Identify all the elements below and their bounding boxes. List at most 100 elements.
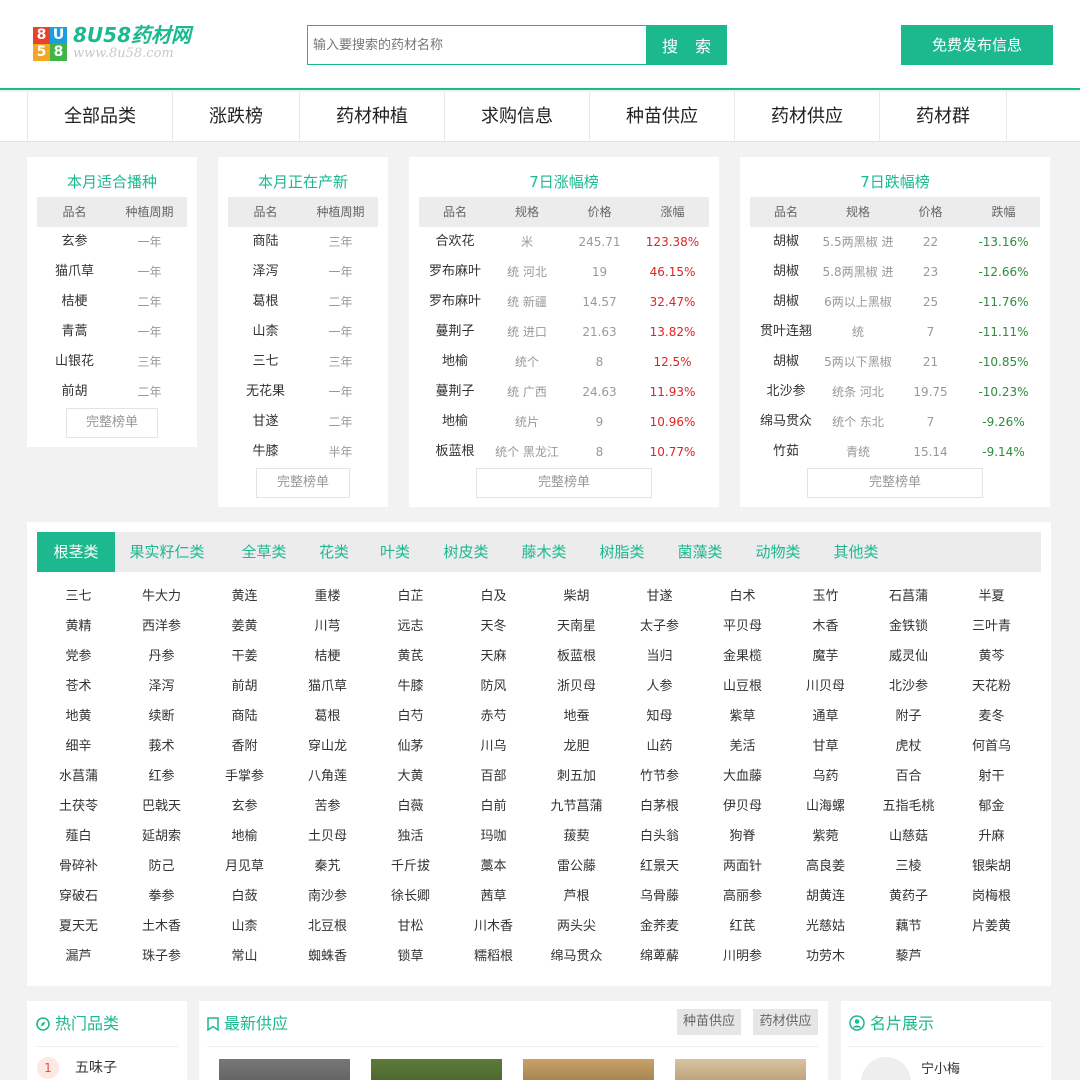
herb-link[interactable]: 八角莲	[286, 762, 369, 792]
herb-link[interactable]: 玛咖	[452, 822, 535, 852]
herb-link[interactable]: 丹参	[120, 642, 203, 672]
herb-link[interactable]: 浙贝母	[535, 672, 618, 702]
herb-link[interactable]: 白蔹	[203, 882, 286, 912]
herb-link[interactable]: 黄药子	[867, 882, 950, 912]
herb-link[interactable]: 麦冬	[950, 702, 1033, 732]
herb-link[interactable]: 两头尖	[535, 912, 618, 942]
herb-link[interactable]: 天冬	[452, 612, 535, 642]
herb-link[interactable]: 商陆	[203, 702, 286, 732]
herb-link[interactable]: 藕节	[867, 912, 950, 942]
herb-link[interactable]: 干姜	[203, 642, 286, 672]
nav-item-seedlings[interactable]: 种苗供应	[590, 92, 735, 142]
herb-link[interactable]: 桔梗	[286, 642, 369, 672]
herb-link[interactable]: 藜芦	[867, 942, 950, 972]
herb-link[interactable]: 山慈菇	[867, 822, 950, 852]
herb-link[interactable]: 手掌参	[203, 762, 286, 792]
herb-link[interactable]: 三叶青	[950, 612, 1033, 642]
herb-link[interactable]: 黄连	[203, 582, 286, 612]
table-row[interactable]: 葛根 二年	[228, 287, 378, 317]
herb-link[interactable]: 龙胆	[535, 732, 618, 762]
herb-link[interactable]: 土茯苓	[37, 792, 120, 822]
herb-link[interactable]: 附子	[867, 702, 950, 732]
nav-item-wanted[interactable]: 求购信息	[445, 92, 590, 142]
table-row[interactable]: 北沙参 统条 河北 19.75 -10.23%	[750, 377, 1040, 407]
herb-link[interactable]: 白术	[701, 582, 784, 612]
herb-link[interactable]: 红芪	[701, 912, 784, 942]
herb-link[interactable]: 西洋参	[120, 612, 203, 642]
herb-link[interactable]: 玄参	[203, 792, 286, 822]
herb-link[interactable]: 黄芩	[950, 642, 1033, 672]
herb-link[interactable]: 党参	[37, 642, 120, 672]
harvest-full-list-button[interactable]: 完整榜单	[256, 468, 350, 498]
herb-link[interactable]: 甘遂	[618, 582, 701, 612]
herb-link[interactable]: 川明参	[701, 942, 784, 972]
tab-fungi-algae[interactable]: 菌藻类	[665, 532, 735, 572]
herb-link[interactable]: 南沙参	[286, 882, 369, 912]
herb-link[interactable]: 夏天无	[37, 912, 120, 942]
herb-link[interactable]: 穿破石	[37, 882, 120, 912]
herb-link[interactable]: 土贝母	[286, 822, 369, 852]
herb-link[interactable]: 刺五加	[535, 762, 618, 792]
table-row[interactable]: 蔓荆子 统 广西 24.63 11.93%	[419, 377, 709, 407]
herb-link[interactable]: 苍术	[37, 672, 120, 702]
herb-link[interactable]: 防风	[452, 672, 535, 702]
herb-link[interactable]: 秦艽	[286, 852, 369, 882]
herb-link[interactable]: 常山	[203, 942, 286, 972]
table-row[interactable]: 玄参 一年	[37, 227, 187, 257]
table-row[interactable]: 甘遂 二年	[228, 407, 378, 437]
herb-link[interactable]: 半夏	[950, 582, 1033, 612]
table-row[interactable]: 胡椒 5.8两黑椒 进 23 -12.66%	[750, 257, 1040, 287]
herb-link[interactable]: 天花粉	[950, 672, 1033, 702]
fall-full-list-button[interactable]: 完整榜单	[807, 468, 983, 498]
table-row[interactable]: 胡椒 5两以下黑椒 21 -10.85%	[750, 347, 1040, 377]
herb-link[interactable]: 藁本	[452, 852, 535, 882]
publish-button[interactable]: 免费发布信息	[901, 25, 1053, 65]
herb-link[interactable]: 射干	[950, 762, 1033, 792]
herb-link[interactable]: 光慈姑	[784, 912, 867, 942]
table-row[interactable]: 胡椒 6两以上黑椒 25 -11.76%	[750, 287, 1040, 317]
table-row[interactable]: 前胡 二年	[37, 377, 187, 407]
herb-link[interactable]: 水菖蒲	[37, 762, 120, 792]
herb-link[interactable]: 泽泻	[120, 672, 203, 702]
sow-full-list-button[interactable]: 完整榜单	[66, 408, 158, 438]
herb-link[interactable]: 北豆根	[286, 912, 369, 942]
card-name[interactable]: 宁小梅	[921, 1061, 960, 1079]
herb-link[interactable]: 仙茅	[369, 732, 452, 762]
herb-link[interactable]: 紫草	[701, 702, 784, 732]
table-row[interactable]: 商陆 三年	[228, 227, 378, 257]
herb-link[interactable]: 红参	[120, 762, 203, 792]
herb-link[interactable]: 木香	[784, 612, 867, 642]
herb-link[interactable]: 牛膝	[369, 672, 452, 702]
tab-whole-herb[interactable]: 全草类	[229, 532, 299, 572]
table-row[interactable]: 合欢花 米 245.71 123.38%	[419, 227, 709, 257]
herb-link[interactable]: 紫菀	[784, 822, 867, 852]
herb-link[interactable]: 平贝母	[701, 612, 784, 642]
table-row[interactable]: 青蒿 一年	[37, 317, 187, 347]
herb-link[interactable]: 天麻	[452, 642, 535, 672]
search-button[interactable]: 搜 索	[646, 25, 727, 65]
herb-link[interactable]: 金果榄	[701, 642, 784, 672]
herb-link[interactable]: 高丽参	[701, 882, 784, 912]
herb-link[interactable]: 羌活	[701, 732, 784, 762]
supply-thumbnail[interactable]	[675, 1059, 806, 1080]
herb-link[interactable]: 漏芦	[37, 942, 120, 972]
herb-link[interactable]: 山海螺	[784, 792, 867, 822]
herb-link[interactable]: 重楼	[286, 582, 369, 612]
herb-link[interactable]: 续断	[120, 702, 203, 732]
herb-link[interactable]: 竹节参	[618, 762, 701, 792]
herb-link[interactable]: 牛大力	[120, 582, 203, 612]
herb-link[interactable]: 延胡索	[120, 822, 203, 852]
herb-link[interactable]: 黄精	[37, 612, 120, 642]
herb-link[interactable]: 三七	[37, 582, 120, 612]
herb-link[interactable]: 姜黄	[203, 612, 286, 642]
table-row[interactable]: 桔梗 二年	[37, 287, 187, 317]
table-row[interactable]: 泽泻 一年	[228, 257, 378, 287]
herb-link[interactable]: 山药	[618, 732, 701, 762]
herb-link[interactable]: 前胡	[203, 672, 286, 702]
herb-link[interactable]: 千斤拔	[369, 852, 452, 882]
hot-category-item[interactable]: 五味子	[75, 1057, 117, 1079]
tab-bark[interactable]: 树皮类	[431, 532, 501, 572]
search-input[interactable]	[308, 26, 646, 64]
avatar[interactable]	[861, 1057, 911, 1080]
herb-link[interactable]: 巴戟天	[120, 792, 203, 822]
